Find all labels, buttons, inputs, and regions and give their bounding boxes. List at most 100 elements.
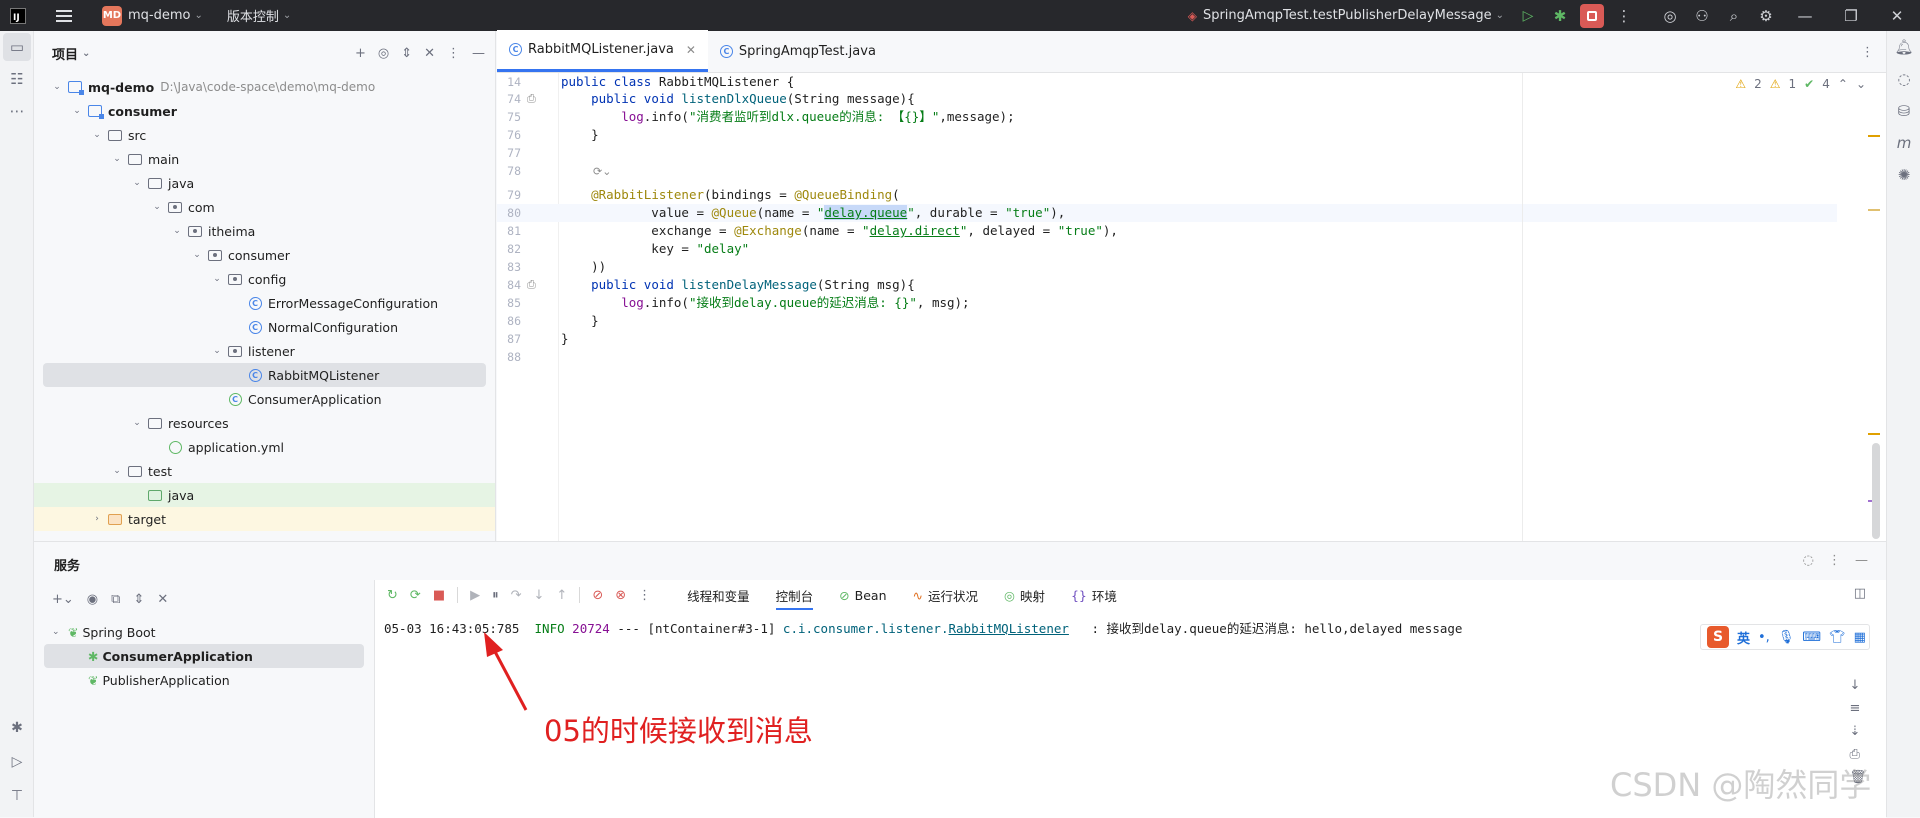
add-user-icon[interactable]: ⚇ xyxy=(1686,0,1718,31)
line-number[interactable]: 87 xyxy=(497,330,521,348)
code-line[interactable]: 81 exchange = @Exchange(name = "delay.di… xyxy=(497,222,1837,240)
line-number[interactable]: 88 xyxy=(497,348,521,366)
collapse-all-icon[interactable]: ✕ xyxy=(157,592,168,607)
line-number[interactable]: 84 xyxy=(497,276,521,294)
more-icon[interactable]: ⋮ xyxy=(1828,553,1841,568)
vcs-menu[interactable]: 版本控制 ⌄ xyxy=(219,0,299,31)
locate-icon[interactable]: ◎ xyxy=(378,46,389,61)
collapse-all-icon[interactable]: ✕ xyxy=(424,46,435,61)
line-number[interactable]: 83 xyxy=(497,258,521,276)
main-menu-icon[interactable] xyxy=(56,9,72,22)
chevron-down-icon[interactable]: ⌄ xyxy=(190,250,204,260)
stop-button[interactable] xyxy=(1580,3,1604,28)
soft-wrap-icon[interactable]: ≡ xyxy=(1849,701,1866,716)
code-line[interactable]: 85 log.info("接收到delay.queue的延迟消息: {}", m… xyxy=(497,294,1837,312)
code-line[interactable]: 74 ⎙ public void listenDlxQueue(String me… xyxy=(497,90,1837,108)
expand-all-icon[interactable]: ⇕ xyxy=(401,46,412,61)
console-tab[interactable]: ∿ 运行状况 xyxy=(913,586,979,605)
tree-item[interactable]: C NormalConfiguration xyxy=(34,315,495,339)
ai-assistant-icon[interactable]: ◎ xyxy=(1654,0,1686,31)
line-number[interactable]: 76 xyxy=(497,126,521,144)
code-line[interactable]: 79 @RabbitListener(bindings = @QueueBind… xyxy=(497,186,1837,204)
ai-chat-icon[interactable]: ◌ xyxy=(1887,63,1920,95)
expand-all-icon[interactable]: ⇕ xyxy=(133,592,144,607)
ime-language[interactable]: 英 xyxy=(1737,628,1750,647)
rabbit-listener-gutter-icon[interactable]: ⎙ xyxy=(527,90,536,108)
chevron-down-icon[interactable]: ⌄ xyxy=(50,82,64,92)
code-line[interactable]: 80 value = @Queue(name = "delay.queue", … xyxy=(497,204,1837,222)
chevron-down-icon[interactable]: ⌄ xyxy=(110,466,124,476)
chevron-down-icon[interactable]: ⌄ xyxy=(52,627,64,637)
chevron-down-icon[interactable]: ⌄ xyxy=(210,274,224,284)
project-selector[interactable]: MD mq-demo ⌄ xyxy=(94,0,211,31)
line-number[interactable]: 82 xyxy=(497,240,521,258)
scroll-thumb[interactable] xyxy=(1872,443,1880,539)
code-line[interactable]: 14 public class RabbitMQListener { xyxy=(497,73,1837,91)
gear-icon[interactable]: ⚙ xyxy=(1750,0,1782,31)
warning-stripe[interactable] xyxy=(1868,209,1880,211)
chevron-down-icon[interactable]: ⌄ xyxy=(90,130,104,140)
new-file-icon[interactable]: + xyxy=(355,46,366,61)
restore-icon[interactable]: ❐ xyxy=(1828,0,1874,31)
line-number[interactable]: 74 xyxy=(497,90,521,108)
ime-mic-icon[interactable]: 🎙︎ xyxy=(1778,630,1795,645)
chevron-down-icon[interactable]: ⌄ xyxy=(110,154,124,164)
tree-item[interactable]: ⌄ consumer xyxy=(34,243,495,267)
code-line[interactable]: 84 ⎙ public void listenDelayMessage(Strin… xyxy=(497,276,1837,294)
options-icon[interactable]: ◌ xyxy=(1803,553,1814,568)
scroll-down-icon[interactable]: ⇣ xyxy=(1849,724,1866,739)
notifications-icon[interactable]: 🔔︎ xyxy=(1887,31,1920,63)
maven-icon[interactable]: m xyxy=(1887,127,1920,159)
tree-item[interactable]: ⌄ src xyxy=(34,123,495,147)
inspection-widget[interactable]: ⚠ 2 ⚠ 1 ✔ 4 ⌃ ⌄ xyxy=(1735,77,1866,91)
line-number[interactable]: 80 xyxy=(497,204,521,222)
editor-tab[interactable]: C SpringAmqpTest.java xyxy=(708,30,888,72)
rerun-debug-icon[interactable]: ⟳ xyxy=(410,588,421,603)
code-line[interactable]: 77 xyxy=(497,144,1837,162)
code-line[interactable]: 75 log.info("消费者监听到dlx.queue的消息: 【{}】",m… xyxy=(497,108,1837,126)
chevron-down-icon[interactable]: ⌄ xyxy=(130,178,144,188)
service-tree-item[interactable]: ❦ PublisherApplication xyxy=(34,668,374,692)
terminal-tool-icon[interactable]: ⊤ xyxy=(0,781,34,811)
plugin-icon[interactable]: ✺ xyxy=(1887,159,1920,191)
minimize-icon[interactable]: — xyxy=(1782,0,1828,31)
ime-keyboard-icon[interactable]: ⌨ xyxy=(1802,630,1821,645)
chevron-down-icon[interactable]: ⌄ xyxy=(150,202,164,212)
project-panel-title[interactable]: 项目 xyxy=(52,44,78,63)
structure-tool-icon[interactable]: ☷ xyxy=(0,63,34,95)
chevron-down-icon[interactable]: ⌄ xyxy=(70,106,84,116)
service-tree-item[interactable]: ✱ ConsumerApplication xyxy=(44,644,364,668)
step-out-icon[interactable]: ↑ xyxy=(556,588,567,603)
view-options-icon[interactable]: ◉ xyxy=(87,592,98,607)
search-icon[interactable]: ⌕ xyxy=(1718,0,1750,31)
code-line[interactable]: 78 ⟳⌄ xyxy=(497,162,1837,180)
console-log-line[interactable]: 05-03 16:43:05:785 INFO 20724 --- [ntCon… xyxy=(384,618,1462,637)
rabbit-listener-gutter-icon[interactable]: ⎙ xyxy=(527,276,536,294)
tree-item[interactable]: ⌄ config xyxy=(34,267,495,291)
chevron-down-icon[interactable]: ⌄ xyxy=(210,346,224,356)
inlay-hint[interactable]: ⟳⌄ xyxy=(593,165,611,178)
ime-punct-icon[interactable]: •, xyxy=(1758,630,1770,645)
chevron-down-icon[interactable]: ⌄ xyxy=(1856,77,1866,91)
line-number[interactable]: 81 xyxy=(497,222,521,240)
database-icon[interactable]: ⛁ xyxy=(1887,95,1920,127)
more-icon[interactable]: ⋮ xyxy=(1608,0,1640,31)
chevron-right-icon[interactable]: › xyxy=(90,514,104,524)
debug-icon[interactable]: ✱ xyxy=(1544,0,1576,31)
code-line[interactable]: 82 key = "delay" xyxy=(497,240,1837,258)
console-tab[interactable]: 线程和变量 xyxy=(687,586,750,605)
ime-apps-icon[interactable]: ▦ xyxy=(1854,630,1866,645)
ime-toolbar[interactable]: S 英 •, 🎙︎ ⌨ 👕︎ ▦ xyxy=(1700,624,1870,650)
close-tab-icon[interactable]: ✕ xyxy=(686,43,696,57)
chevron-down-icon[interactable]: ⌄ xyxy=(130,418,144,428)
tree-item[interactable]: C ConsumerApplication xyxy=(34,387,495,411)
tree-item[interactable]: java xyxy=(34,483,495,507)
run-tool-icon[interactable]: ▷ xyxy=(0,747,34,777)
line-number[interactable]: 86 xyxy=(497,312,521,330)
chevron-down-icon[interactable]: ⌄ xyxy=(82,48,90,59)
hide-panel-icon[interactable]: — xyxy=(472,46,485,61)
line-number[interactable]: 79 xyxy=(497,186,521,204)
close-icon[interactable]: ✕ xyxy=(1874,0,1920,31)
tree-item[interactable]: ⌄ resources xyxy=(34,411,495,435)
console-tab[interactable]: 控制台 xyxy=(775,586,814,610)
